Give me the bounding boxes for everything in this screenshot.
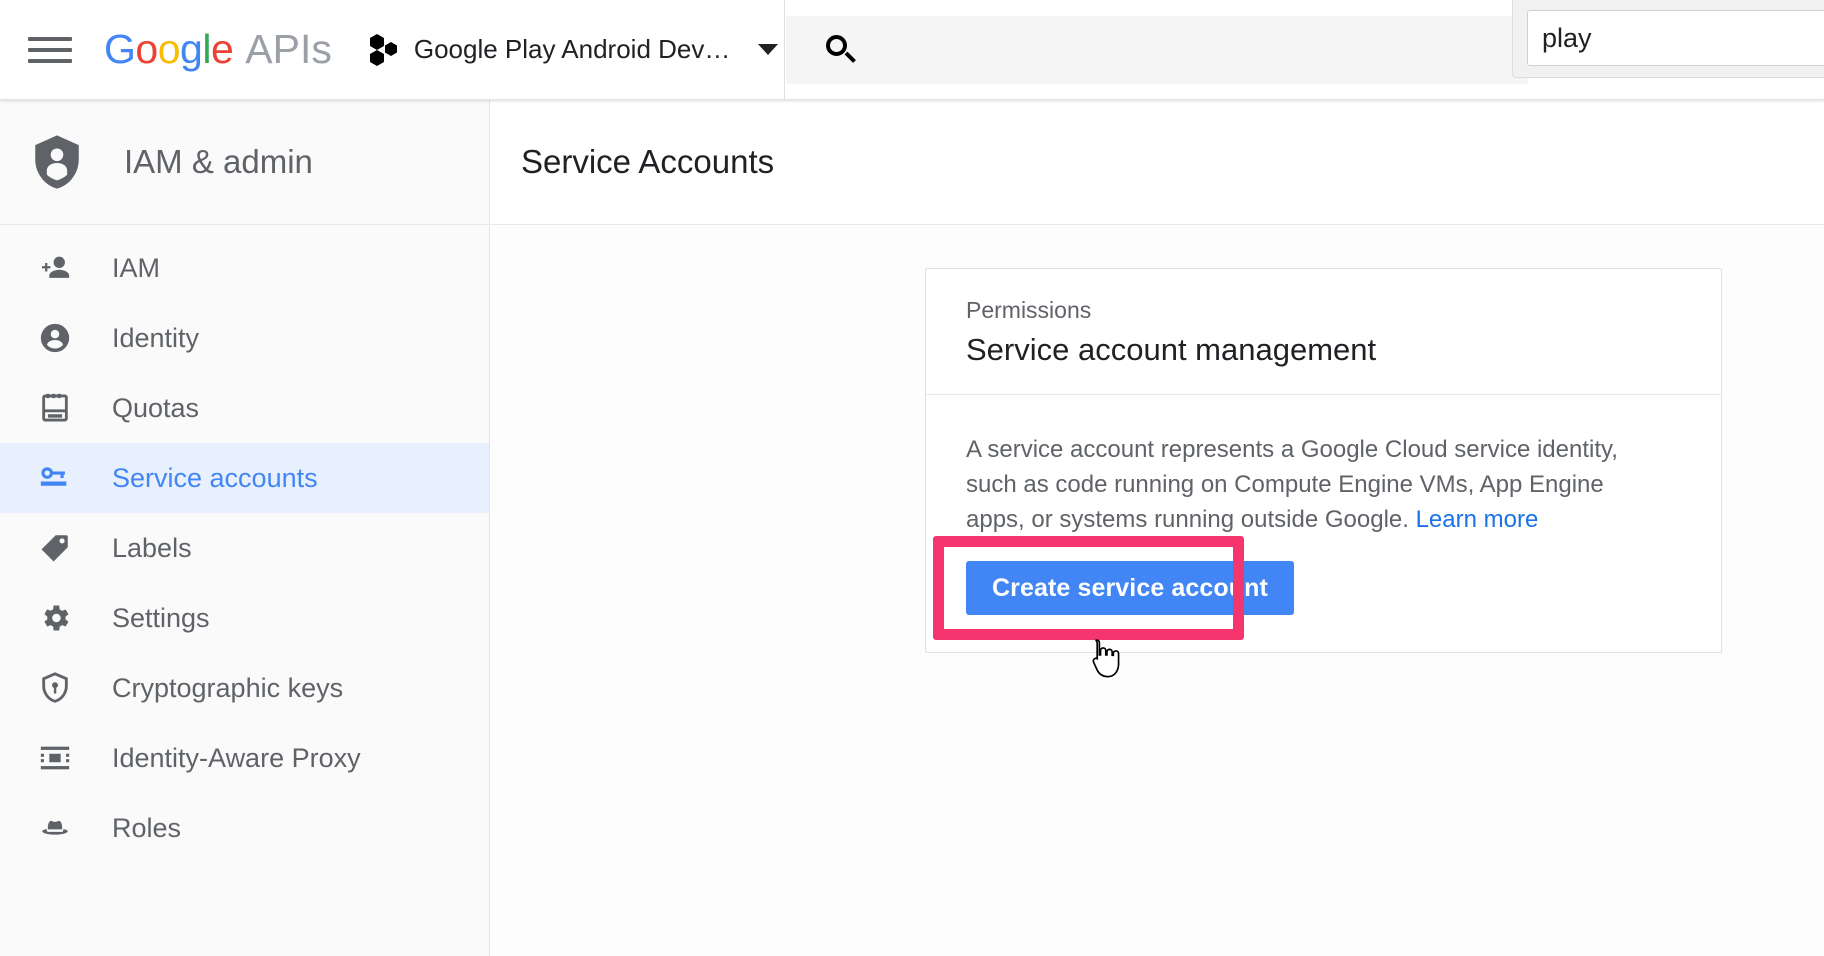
- label-tag-icon: [36, 529, 74, 567]
- sidebar-item-identity-aware-proxy[interactable]: Identity-Aware Proxy: [0, 723, 489, 793]
- topbar-divider: [784, 0, 785, 100]
- card-body: A service account represents a Google Cl…: [926, 395, 1721, 678]
- find-box-panel: [1512, 0, 1824, 78]
- search-icon-handle: [844, 51, 856, 63]
- logo-letter-o2: o: [157, 26, 181, 72]
- sidebar: IAM & admin IAM Identity Quotas Service …: [0, 100, 490, 956]
- cloud-project-hexagons-icon: [368, 33, 398, 67]
- shield-person-icon: [28, 133, 86, 191]
- sidebar-item-identity[interactable]: Identity: [0, 303, 489, 373]
- key-card-icon: [36, 459, 74, 497]
- page-title: Service Accounts: [521, 143, 775, 180]
- app-root: Google APIs Google Play Android Dev… pla…: [0, 0, 1824, 956]
- sidebar-item-labels[interactable]: Labels: [0, 513, 489, 583]
- logo-letter-l: l: [202, 26, 211, 72]
- create-button-wrapper: Create service account: [933, 536, 1294, 678]
- sidebar-item-label: Identity-Aware Proxy: [112, 742, 361, 773]
- sidebar-item-label: Settings: [112, 602, 210, 633]
- logo-letter-g2: g: [180, 26, 203, 72]
- page-header: Service Accounts: [491, 100, 1824, 225]
- logo-letter-g: G: [104, 26, 136, 72]
- logo-letter-e: e: [210, 26, 234, 72]
- sidebar-item-cryptographic-keys[interactable]: Cryptographic keys: [0, 653, 489, 723]
- proxy-icon: [36, 739, 74, 777]
- content-area: Permissions Service account management A…: [491, 225, 1824, 956]
- sidebar-item-label: Labels: [112, 532, 192, 563]
- sidebar-item-label: Quotas: [112, 392, 200, 423]
- sidebar-item-iam[interactable]: IAM: [0, 233, 489, 303]
- sidebar-item-settings[interactable]: Settings: [0, 583, 489, 653]
- card-kicker: Permissions: [966, 297, 1092, 323]
- card-header: Permissions Service account management: [926, 269, 1721, 395]
- sidebar-item-label: Roles: [112, 812, 182, 843]
- hamburger-line: [28, 47, 72, 52]
- sidebar-header-title: IAM & admin: [124, 143, 313, 180]
- sidebar-item-label: Cryptographic keys: [112, 672, 344, 703]
- project-picker[interactable]: Google Play Android Dev…: [368, 0, 785, 100]
- search-icon-ring: [826, 35, 847, 56]
- sidebar-item-service-accounts[interactable]: Service accounts: [0, 443, 489, 513]
- global-search-bar[interactable]: [786, 16, 1528, 84]
- quota-gauge-icon: [36, 389, 74, 427]
- account-circle-icon: [36, 319, 74, 357]
- person-add-icon: [36, 249, 74, 287]
- gear-icon: [36, 599, 74, 637]
- learn-more-link[interactable]: Learn more: [1416, 506, 1539, 533]
- shield-key-icon: [36, 669, 74, 707]
- service-account-management-card: Permissions Service account management A…: [925, 268, 1722, 678]
- sidebar-header: IAM & admin: [0, 100, 489, 225]
- chevron-down-icon[interactable]: [758, 44, 779, 55]
- find-input[interactable]: [1527, 10, 1824, 66]
- search-icon: [826, 35, 856, 65]
- apis-wordmark: APIs: [245, 26, 332, 72]
- sidebar-nav: IAM Identity Quotas Service accounts Lab…: [0, 225, 489, 863]
- card-description: A service account represents a Google Cl…: [966, 433, 1666, 537]
- hamburger-menu-icon[interactable]: [28, 27, 74, 73]
- google-apis-logo[interactable]: Google APIs: [104, 26, 332, 73]
- mouse-cursor-pointer: [1092, 639, 1120, 678]
- main-content: Service Accounts Permissions Service acc…: [491, 100, 1824, 956]
- hamburger-line: [28, 36, 72, 41]
- fedora-hat-icon: [36, 809, 74, 847]
- sidebar-item-quotas[interactable]: Quotas: [0, 373, 489, 443]
- google-wordmark: Google: [104, 26, 234, 73]
- card-title: Service account management: [966, 332, 1377, 367]
- sidebar-item-roles[interactable]: Roles: [0, 793, 489, 863]
- hamburger-line: [28, 58, 72, 63]
- sidebar-item-label: Identity: [112, 322, 200, 353]
- logo-letter-o1: o: [135, 26, 158, 72]
- project-name: Google Play Android Dev…: [413, 34, 731, 64]
- sidebar-item-label: Service accounts: [112, 462, 318, 493]
- search-input[interactable]: [856, 36, 1456, 64]
- sidebar-item-label: IAM: [112, 252, 161, 283]
- create-service-account-button[interactable]: Create service account: [966, 561, 1294, 616]
